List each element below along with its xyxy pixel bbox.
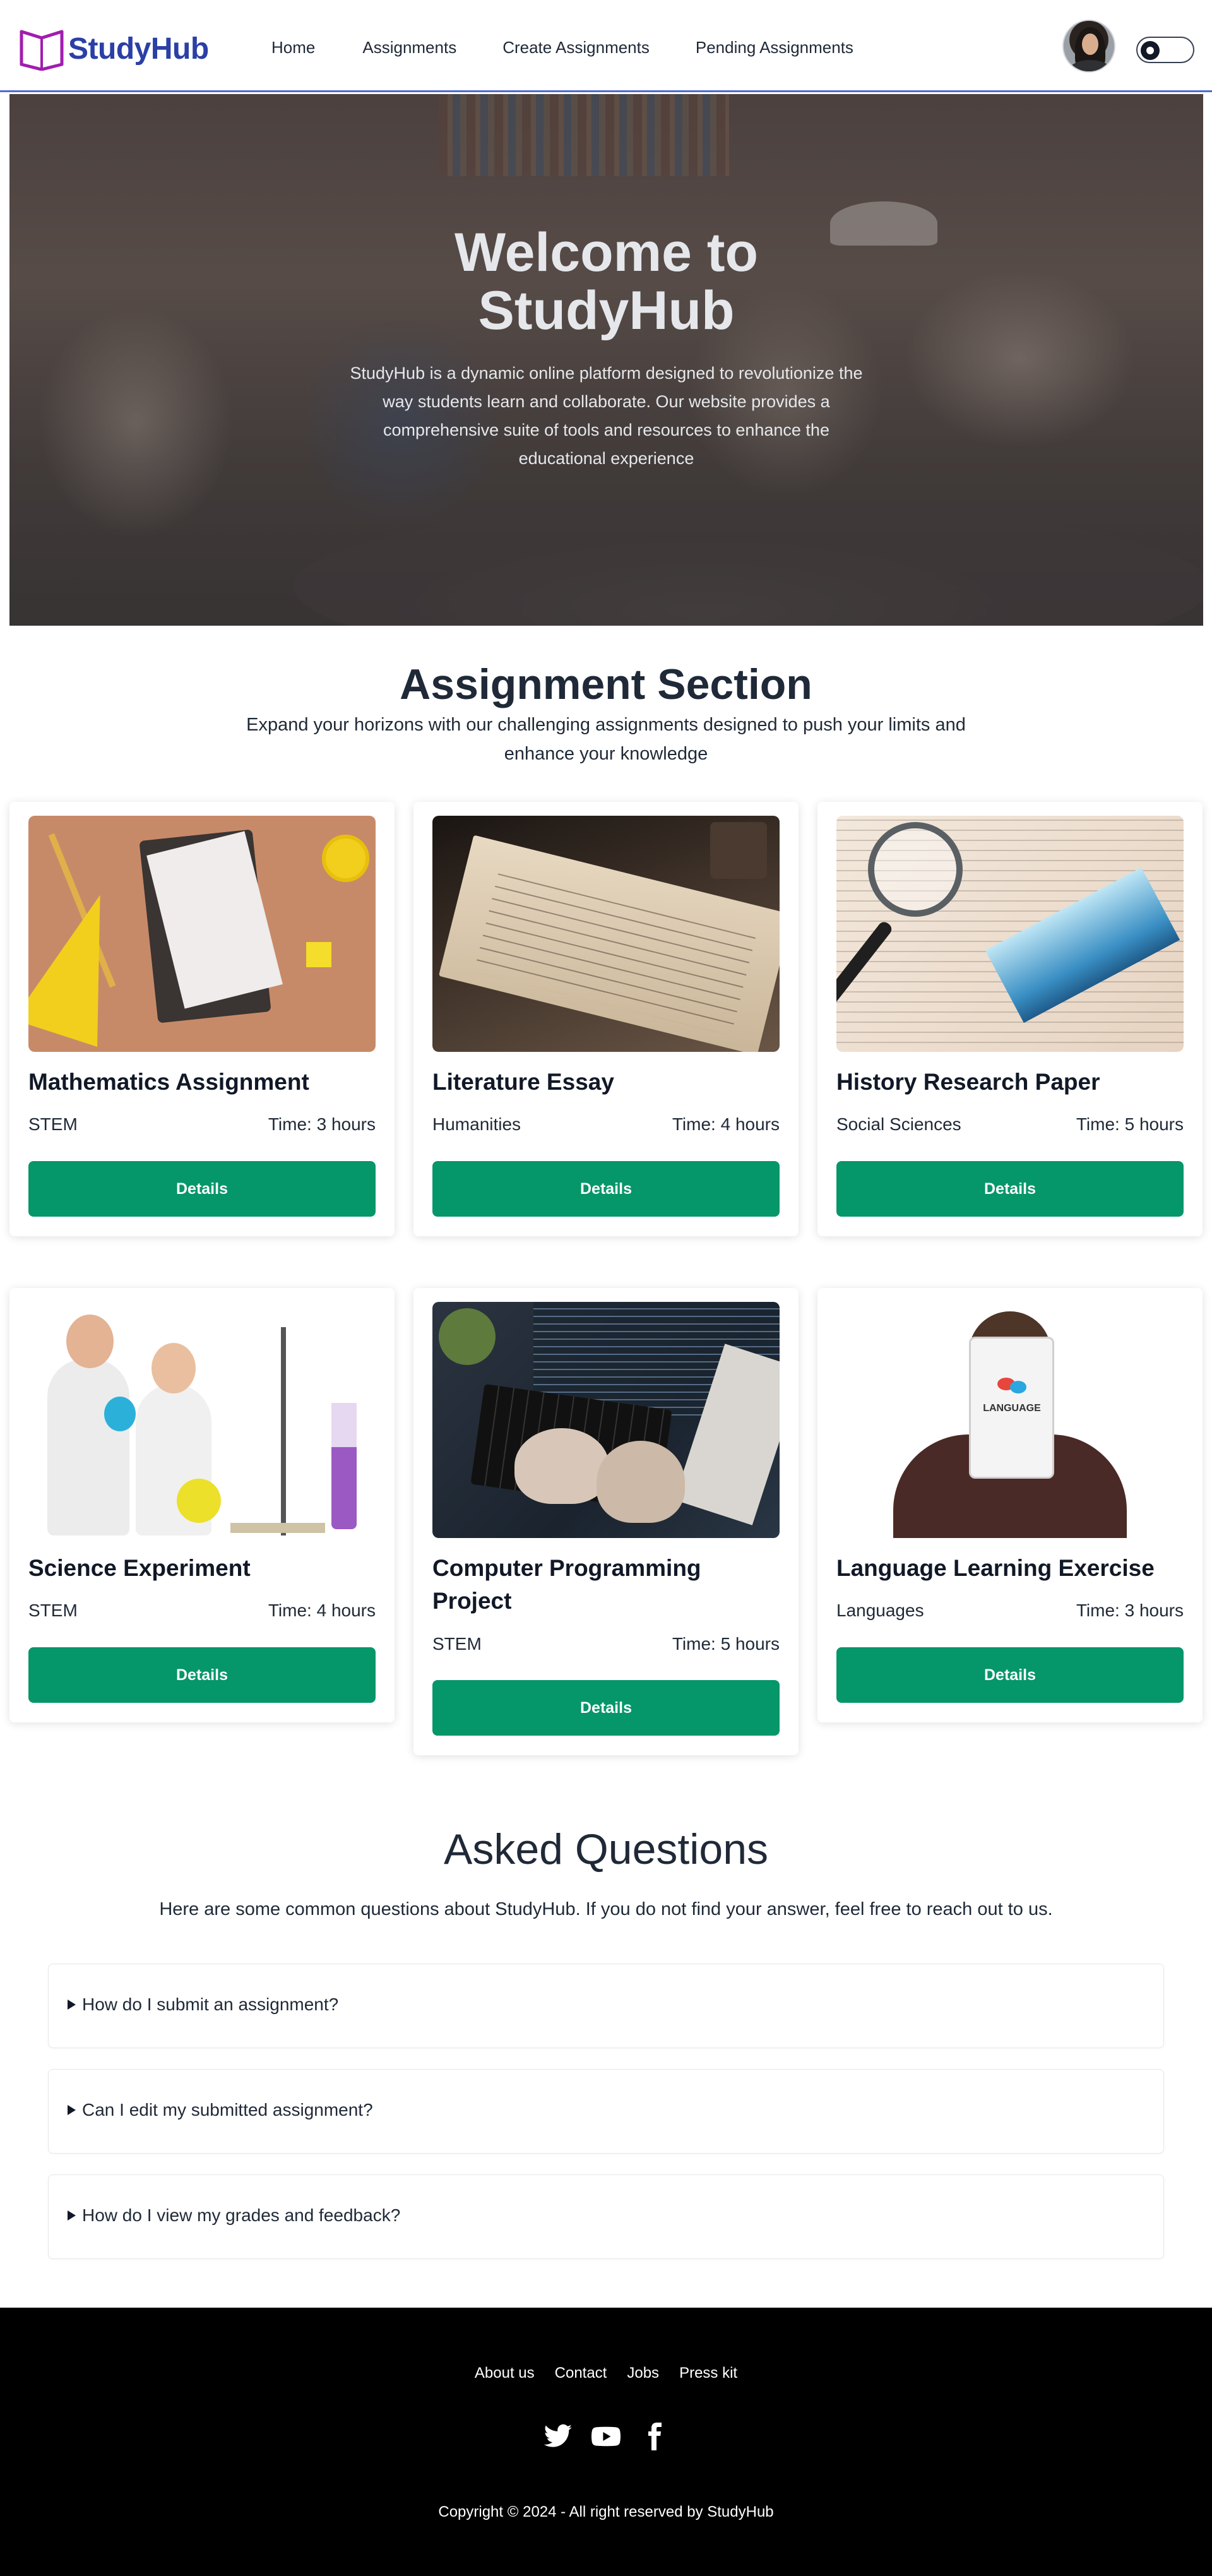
nav-home[interactable]: Home <box>271 38 315 57</box>
card-meta: Social Sciences Time: 5 hours <box>836 1114 1184 1135</box>
nav-pending-assignments[interactable]: Pending Assignments <box>696 38 853 57</box>
card-title: Mathematics Assignment <box>28 1069 309 1095</box>
card-title: Science Experiment <box>28 1555 251 1581</box>
youtube-icon[interactable] <box>591 2421 621 2452</box>
navbar: StudyHub Home Assignments Create Assignm… <box>0 0 1212 92</box>
assignment-section-subtitle: Expand your horizons with our challengin… <box>246 715 966 764</box>
details-button[interactable]: Details <box>432 1680 780 1736</box>
assignment-card: Science Experiment STEM Time: 4 hours De… <box>9 1288 395 1722</box>
details-button[interactable]: Details <box>432 1161 780 1217</box>
card-title: Computer Programming Project <box>432 1555 701 1614</box>
facebook-icon[interactable] <box>639 2421 669 2452</box>
footer-link-contact[interactable]: Contact <box>555 2364 607 2382</box>
science-image <box>28 1302 376 1538</box>
faq-item[interactable]: How do I view my grades and feedback? <box>48 2174 1164 2259</box>
twitter-icon[interactable] <box>543 2421 573 2452</box>
nav-assignments[interactable]: Assignments <box>362 38 456 57</box>
book-logo-icon <box>20 30 64 71</box>
assignment-card: Computer Programming Project STEM Time: … <box>413 1288 799 1755</box>
hero-description: StudyHub is a dynamic online platform de… <box>350 364 863 468</box>
card-category: STEM <box>28 1114 78 1134</box>
card-meta: STEM Time: 4 hours <box>28 1601 376 1621</box>
caret-right-icon <box>68 2210 76 2221</box>
faq-question: Can I edit my submitted assignment? <box>82 2100 373 2120</box>
assignment-card: Literature Essay Humanities Time: 4 hour… <box>413 802 799 1236</box>
card-title: Language Learning Exercise <box>836 1555 1155 1581</box>
hero-banner: Welcome to StudyHub StudyHub is a dynamic… <box>9 94 1203 626</box>
footer-link-press-kit[interactable]: Press kit <box>679 2364 737 2382</box>
card-meta: Humanities Time: 4 hours <box>432 1114 780 1135</box>
card-category: STEM <box>28 1601 78 1620</box>
faq-question: How do I submit an assignment? <box>82 1995 339 2014</box>
assignment-card: LANGUAGE Language Learning Exercise Lang… <box>817 1288 1203 1722</box>
sun-icon <box>1141 41 1160 60</box>
footer-links: About us Contact Jobs Press kit <box>0 2364 1212 2382</box>
literature-image <box>432 816 780 1052</box>
details-button[interactable]: Details <box>28 1161 376 1217</box>
card-meta: STEM Time: 3 hours <box>28 1114 376 1135</box>
card-category: STEM <box>432 1634 482 1654</box>
card-title: Literature Essay <box>432 1069 614 1095</box>
assignment-section-title: Assignment Section <box>400 660 812 708</box>
card-meta: STEM Time: 5 hours <box>432 1634 780 1654</box>
language-image: LANGUAGE <box>836 1302 1184 1538</box>
card-category: Humanities <box>432 1114 521 1134</box>
card-time: Time: 4 hours <box>268 1601 376 1620</box>
card-time: Time: 5 hours <box>1076 1114 1184 1134</box>
assignment-card: Mathematics Assignment STEM Time: 3 hour… <box>9 802 395 1236</box>
card-time: Time: 3 hours <box>268 1114 376 1134</box>
card-time: Time: 3 hours <box>1076 1601 1184 1620</box>
faq-item[interactable]: How do I submit an assignment? <box>48 1964 1164 2048</box>
programming-image <box>432 1302 780 1538</box>
assignment-card: History Research Paper Social Sciences T… <box>817 802 1203 1236</box>
footer-link-jobs[interactable]: Jobs <box>627 2364 659 2382</box>
faq-title: Asked Questions <box>443 1825 769 1873</box>
main-nav: Home Assignments Create Assignments Pend… <box>271 38 901 57</box>
mathematics-image <box>28 816 376 1052</box>
faq-subtitle: Here are some common questions about Stu… <box>159 1899 1053 1919</box>
details-button[interactable]: Details <box>28 1647 376 1703</box>
caret-right-icon <box>68 2000 76 2010</box>
card-meta: Languages Time: 3 hours <box>836 1601 1184 1621</box>
footer-link-about[interactable]: About us <box>475 2364 535 2382</box>
faq-item[interactable]: Can I edit my submitted assignment? <box>48 2069 1164 2154</box>
nav-create-assignments[interactable]: Create Assignments <box>502 38 650 57</box>
caret-right-icon <box>68 2105 76 2115</box>
card-category: Languages <box>836 1601 924 1620</box>
card-time: Time: 4 hours <box>672 1114 780 1134</box>
card-category: Social Sciences <box>836 1114 961 1134</box>
details-button[interactable]: Details <box>836 1647 1184 1703</box>
card-time: Time: 5 hours <box>672 1634 780 1654</box>
faq-question: How do I view my grades and feedback? <box>82 2205 401 2225</box>
hero-title: Welcome to StudyHub <box>454 222 759 341</box>
logo[interactable]: StudyHub <box>19 27 209 71</box>
social-links <box>0 2421 1212 2452</box>
footer: About us Contact Jobs Press kit Copyrigh… <box>0 2308 1212 2576</box>
card-title: History Research Paper <box>836 1069 1100 1095</box>
user-avatar[interactable] <box>1062 20 1115 73</box>
details-button[interactable]: Details <box>836 1161 1184 1217</box>
history-image <box>836 816 1184 1052</box>
theme-toggle[interactable] <box>1136 37 1194 63</box>
copyright: Copyright © 2024 - All right reserved by… <box>438 2503 774 2520</box>
brand-name: StudyHub <box>68 32 209 66</box>
